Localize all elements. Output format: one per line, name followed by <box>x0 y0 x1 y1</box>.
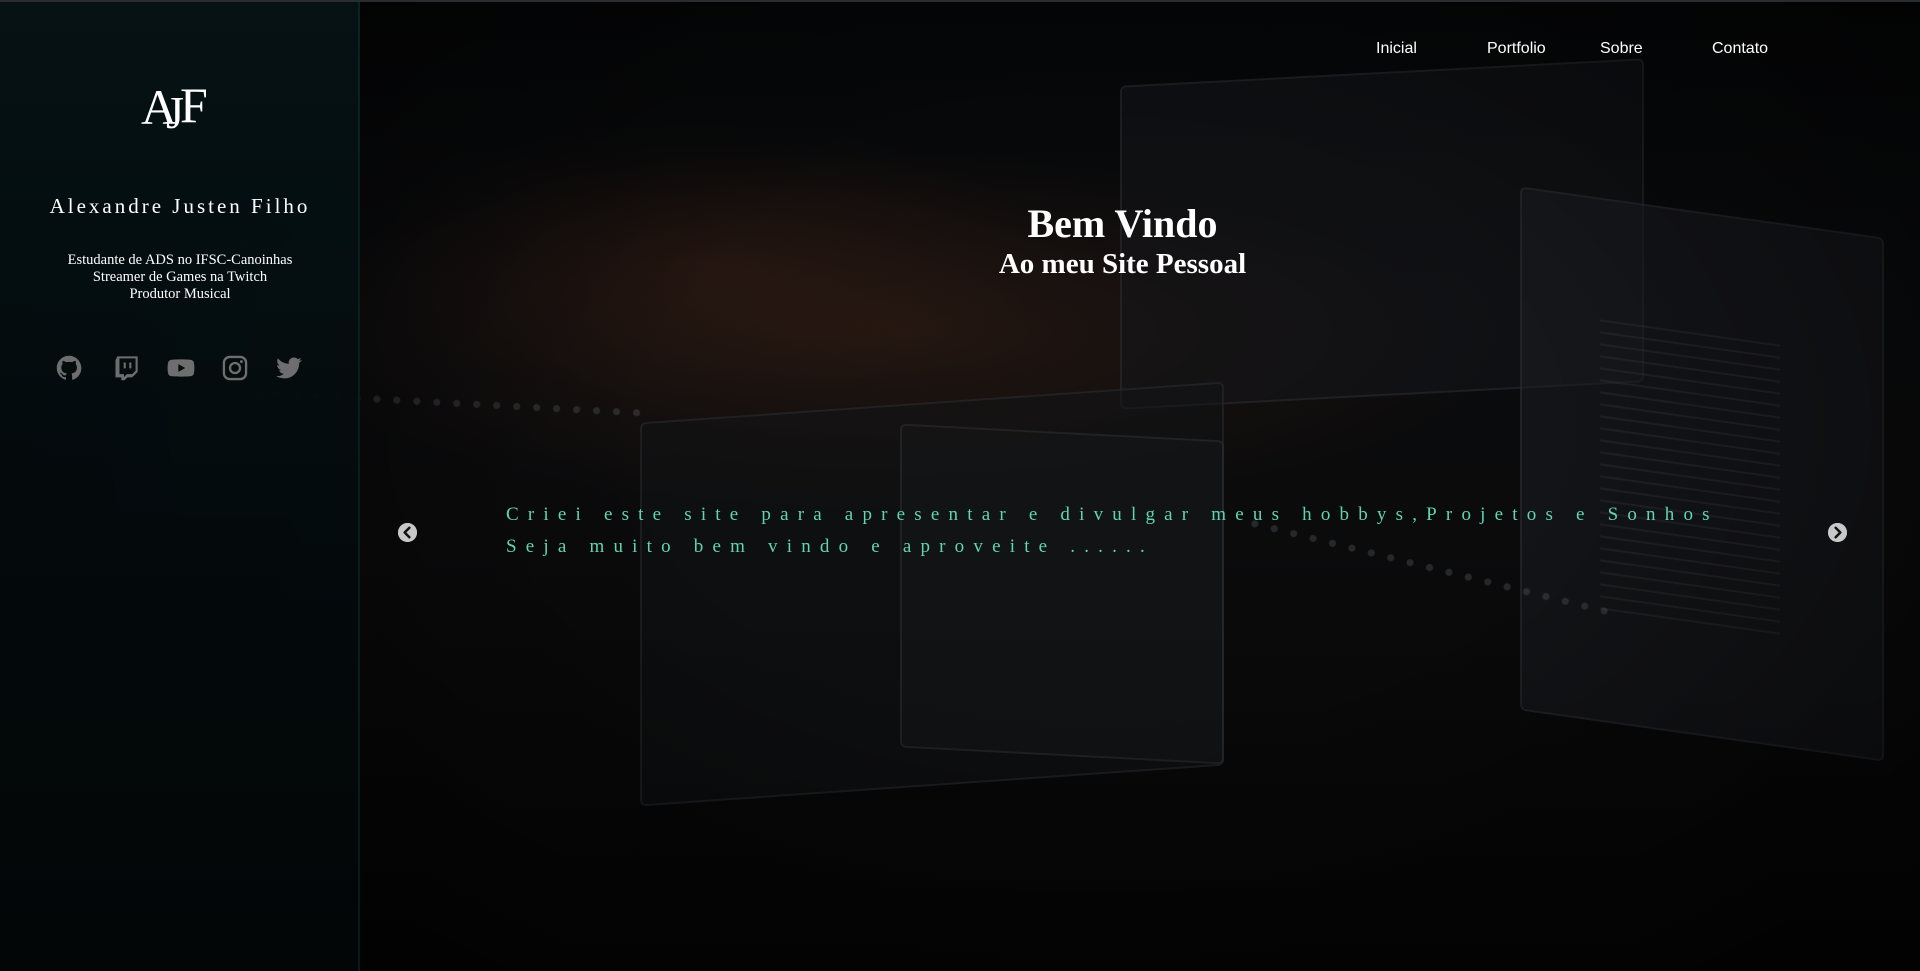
github-icon[interactable] <box>55 354 83 382</box>
nav-item-portfolio[interactable]: Portfolio <box>1487 40 1546 58</box>
background-monitor <box>900 423 1224 765</box>
twitter-icon[interactable] <box>275 354 303 382</box>
nav-item-inicial[interactable]: Inicial <box>1376 40 1417 58</box>
instagram-icon[interactable] <box>221 354 249 382</box>
background-detail <box>1600 319 1780 645</box>
twitch-icon[interactable] <box>112 354 140 382</box>
logo[interactable]: A J F <box>130 80 220 160</box>
carousel-next-button[interactable] <box>1828 523 1847 542</box>
chevron-left-icon <box>398 523 417 542</box>
youtube-icon[interactable] <box>167 354 195 382</box>
logo-letter: F <box>180 77 208 133</box>
bio-line: Produtor Musical <box>129 286 231 302</box>
carousel-prev-button[interactable] <box>398 523 417 542</box>
sidebar: A J F Alexandre Justen Filho Estudante d… <box>0 2 360 971</box>
hero-title: Bem Vindo <box>1027 201 1218 246</box>
carousel-slide: Criei este site para apresentar e divulg… <box>506 499 1786 563</box>
page: A J F Alexandre Justen Filho Estudante d… <box>0 0 1920 971</box>
bio-line: Streamer de Games na Twitch <box>92 269 268 285</box>
chevron-right-icon <box>1828 523 1847 542</box>
social-links <box>55 354 315 384</box>
nav-item-sobre[interactable]: Sobre <box>1600 40 1643 58</box>
nav-item-contato[interactable]: Contato <box>1712 40 1768 58</box>
carousel-line: Criei este site para apresentar e divulg… <box>506 504 1719 525</box>
profile-name: Alexandre Justen Filho <box>49 194 311 218</box>
top-nav: Inicial Portfolio Sobre Contato <box>0 40 1920 64</box>
carousel-line: Seja muito bem vindo e aproveite ...... <box>506 536 1154 557</box>
profile-bio: Estudante de ADS no IFSC-Canoinhas Strea… <box>0 252 360 303</box>
hero-subtitle: Ao meu Site Pessoal <box>998 248 1247 280</box>
bio-line: Estudante de ADS no IFSC-Canoinhas <box>67 252 293 268</box>
